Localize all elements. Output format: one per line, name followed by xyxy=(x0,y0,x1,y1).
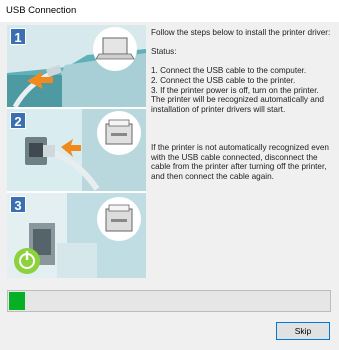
step-3-illustration: 3 xyxy=(7,193,146,278)
step-3-badge: 3 xyxy=(10,196,26,213)
intro-text: Follow the steps below to install the pr… xyxy=(151,28,331,37)
window-title: USB Connection xyxy=(6,5,77,16)
title-bar: USB Connection xyxy=(0,0,339,22)
step-2-badge: 2 xyxy=(10,112,26,129)
skip-button[interactable]: Skip xyxy=(276,322,330,340)
step-line-3: 3. If the printer power is off, turn on … xyxy=(151,85,319,95)
step-line-4: The printer will be recognized automatic… xyxy=(151,95,324,114)
usb-printer-illustration xyxy=(7,109,146,191)
usb-connection-dialog: USB Connection 1 2 3 Follow the steps be… xyxy=(0,0,339,350)
usb-computer-illustration xyxy=(7,25,146,107)
progress-fill xyxy=(9,292,25,310)
laptop-icon xyxy=(102,37,128,55)
step-1-badge: 1 xyxy=(10,28,26,45)
note-text: If the printer is not automatically reco… xyxy=(151,143,329,181)
power-on-illustration xyxy=(7,193,146,278)
progress-bar xyxy=(7,290,331,312)
step-2-illustration: 2 xyxy=(7,109,146,191)
step-line-2: 2. Connect the USB cable to the printer. xyxy=(151,75,296,85)
instructions-text: Follow the steps below to install the pr… xyxy=(151,28,334,182)
status-label: Status: xyxy=(151,47,177,57)
step-line-1: 1. Connect the USB cable to the computer… xyxy=(151,66,307,76)
step-illustrations: 1 2 3 xyxy=(7,25,146,278)
step-1-illustration: 1 xyxy=(7,25,146,107)
